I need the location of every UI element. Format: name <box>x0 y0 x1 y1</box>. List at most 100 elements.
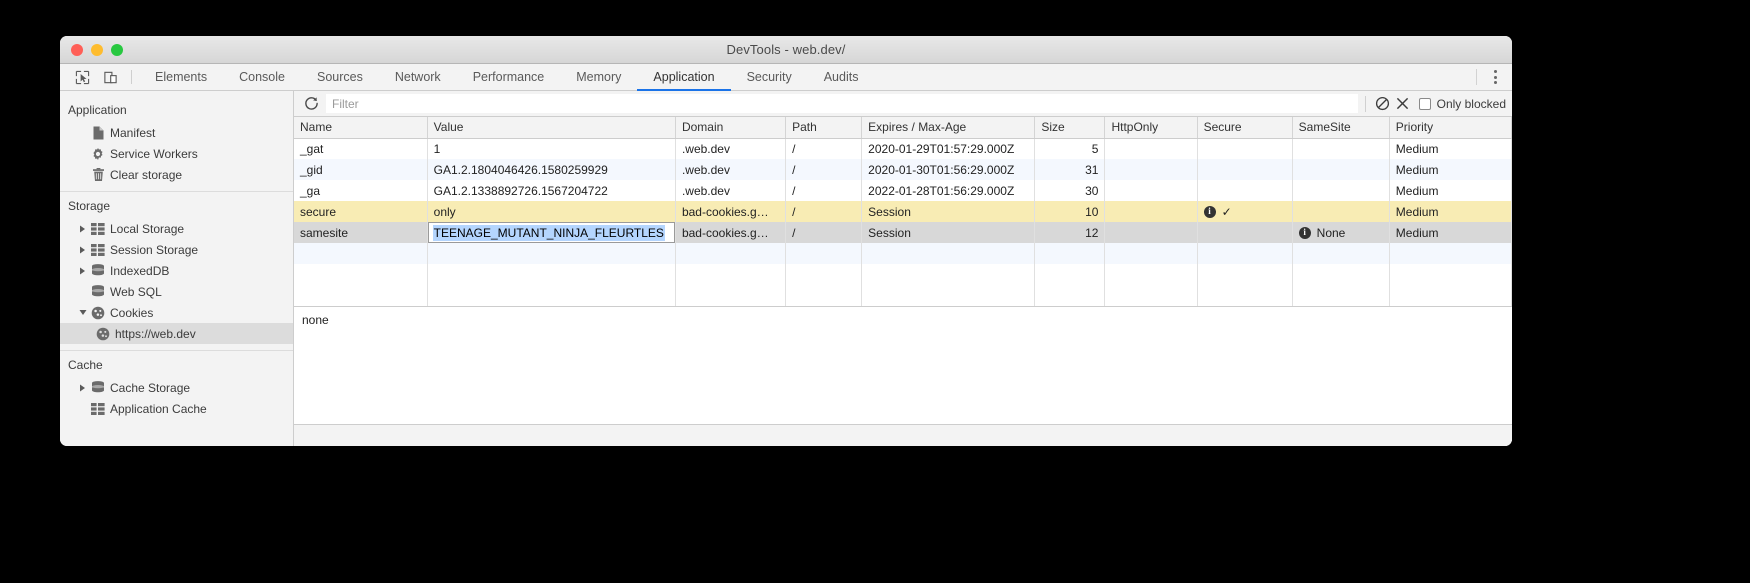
cell-size[interactable]: 31 <box>1034 159 1106 180</box>
cell-blank[interactable] <box>1389 264 1512 285</box>
filter-input[interactable] <box>326 94 1358 113</box>
maximize-window-button[interactable] <box>111 44 123 56</box>
cell-samesite[interactable] <box>1292 180 1390 201</box>
cell-path[interactable]: / <box>785 180 863 201</box>
cell-blank[interactable] <box>1197 264 1293 285</box>
table-row-blank[interactable] <box>294 264 1512 285</box>
cell-blank[interactable] <box>1034 264 1106 285</box>
cell-httponly[interactable] <box>1104 201 1198 222</box>
table-row-blank[interactable] <box>294 243 1512 264</box>
tab-performance[interactable]: Performance <box>457 64 561 90</box>
minimize-window-button[interactable] <box>91 44 103 56</box>
sidebar-item-clear-storage[interactable]: Clear storage <box>60 164 293 185</box>
tab-elements[interactable]: Elements <box>139 64 223 90</box>
cell-size[interactable]: 10 <box>1034 201 1106 222</box>
info-icon[interactable]: i <box>1203 205 1216 218</box>
cell-secure[interactable] <box>1197 222 1293 243</box>
cell-blank[interactable] <box>294 285 428 306</box>
info-icon[interactable]: i <box>1298 226 1311 239</box>
cell-blank[interactable] <box>675 243 787 264</box>
cell-blank[interactable] <box>1104 264 1198 285</box>
cell-name[interactable]: secure <box>294 201 428 222</box>
cell-blank[interactable] <box>1104 243 1198 264</box>
cell-size[interactable]: 12 <box>1034 222 1106 243</box>
cell-path[interactable]: / <box>785 201 863 222</box>
cell-value[interactable]: GA1.2.1804046426.1580259929 <box>427 159 676 180</box>
column-header-expires[interactable]: Expires / Max-Age <box>861 117 1036 139</box>
cell-blank[interactable] <box>1389 285 1512 306</box>
refresh-icon[interactable] <box>300 94 322 114</box>
cell-samesite[interactable]: i None <box>1292 222 1390 243</box>
only-blocked-checkbox[interactable]: Only blocked <box>1418 97 1506 111</box>
sidebar-item-session-storage[interactable]: Session Storage <box>60 239 293 260</box>
column-header-secure[interactable]: Secure <box>1197 117 1293 139</box>
cell-blank[interactable] <box>861 264 1036 285</box>
cell-value-editor[interactable]: TEENAGE_MUTANT_NINJA_FLEURTLES <box>427 222 676 243</box>
cell-blank[interactable] <box>861 243 1036 264</box>
column-header-size[interactable]: Size <box>1034 117 1106 139</box>
cell-blank[interactable] <box>1389 243 1512 264</box>
toggle-device-toolbar-icon[interactable] <box>96 64 124 90</box>
column-header-httponly[interactable]: HttpOnly <box>1104 117 1198 139</box>
cell-blank[interactable] <box>427 285 676 306</box>
cell-priority[interactable]: Medium <box>1389 201 1512 222</box>
cell-name[interactable]: samesite <box>294 222 428 243</box>
tab-application[interactable]: Application <box>637 64 731 91</box>
cell-name[interactable]: _gid <box>294 159 428 180</box>
cell-secure[interactable] <box>1197 180 1293 201</box>
tab-network[interactable]: Network <box>379 64 457 90</box>
cell-samesite[interactable] <box>1292 138 1390 159</box>
column-header-name[interactable]: Name <box>294 117 428 139</box>
cell-blank[interactable] <box>785 264 863 285</box>
kebab-menu-icon[interactable] <box>1487 68 1503 86</box>
cell-blank[interactable] <box>294 264 428 285</box>
cell-blank[interactable] <box>1034 243 1106 264</box>
table-row[interactable]: _gat 1 .web.dev / 2020-01-29T01:57:29.00… <box>294 138 1512 159</box>
cell-blank[interactable] <box>1197 243 1293 264</box>
cell-domain[interactable]: .web.dev <box>675 138 787 159</box>
column-header-samesite[interactable]: SameSite <box>1292 117 1390 139</box>
table-row[interactable]: samesite TEENAGE_MUTANT_NINJA_FLEURTLES … <box>294 222 1512 243</box>
cell-blank[interactable] <box>427 243 676 264</box>
cell-path[interactable]: / <box>785 222 863 243</box>
cell-blank[interactable] <box>427 264 676 285</box>
cell-expires[interactable]: 2020-01-30T01:56:29.000Z <box>861 159 1036 180</box>
cell-blank[interactable] <box>1104 285 1198 306</box>
close-window-button[interactable] <box>71 44 83 56</box>
cell-httponly[interactable] <box>1104 159 1198 180</box>
cell-secure[interactable]: i ✓ <box>1197 201 1293 222</box>
column-header-priority[interactable]: Priority <box>1389 117 1512 139</box>
block-clear-icon[interactable] <box>1373 94 1393 114</box>
cell-path[interactable]: / <box>785 159 863 180</box>
cell-name[interactable]: _gat <box>294 138 428 159</box>
cell-blank[interactable] <box>1292 285 1390 306</box>
sidebar-item-application-cache[interactable]: Application Cache <box>60 398 293 419</box>
cell-expires[interactable]: 2022-01-28T01:56:29.000Z <box>861 180 1036 201</box>
chevron-right-icon[interactable] <box>76 225 89 233</box>
cell-blank[interactable] <box>294 243 428 264</box>
cell-secure[interactable] <box>1197 159 1293 180</box>
cell-blank[interactable] <box>1197 285 1293 306</box>
value-edit-box[interactable]: TEENAGE_MUTANT_NINJA_FLEURTLES <box>427 222 675 243</box>
chevron-right-icon[interactable] <box>76 384 89 392</box>
column-header-domain[interactable]: Domain <box>675 117 787 139</box>
checkbox-box[interactable] <box>1418 97 1431 110</box>
cell-secure[interactable] <box>1197 138 1293 159</box>
table-row[interactable]: _gid GA1.2.1804046426.1580259929 .web.de… <box>294 159 1512 180</box>
cell-path[interactable]: / <box>785 138 863 159</box>
sidebar-item-indexeddb[interactable]: IndexedDB <box>60 260 293 281</box>
cell-priority[interactable]: Medium <box>1389 222 1512 243</box>
cell-samesite[interactable] <box>1292 159 1390 180</box>
chevron-down-icon[interactable] <box>76 309 89 316</box>
cell-domain[interactable]: .web.dev <box>675 180 787 201</box>
sidebar-item-local-storage[interactable]: Local Storage <box>60 218 293 239</box>
sidebar-item-cache-storage[interactable]: Cache Storage <box>60 377 293 398</box>
sidebar-item-cookie-origin[interactable]: https://web.dev <box>60 323 293 344</box>
cell-size[interactable]: 5 <box>1034 138 1106 159</box>
tab-console[interactable]: Console <box>223 64 301 90</box>
table-row[interactable]: secure only bad-cookies.g… / Session 10 … <box>294 201 1512 222</box>
sidebar-item-cookies[interactable]: Cookies <box>60 302 293 323</box>
cell-blank[interactable] <box>1292 243 1390 264</box>
tab-memory[interactable]: Memory <box>560 64 637 90</box>
cell-value[interactable]: GA1.2.1338892726.1567204722 <box>427 180 676 201</box>
